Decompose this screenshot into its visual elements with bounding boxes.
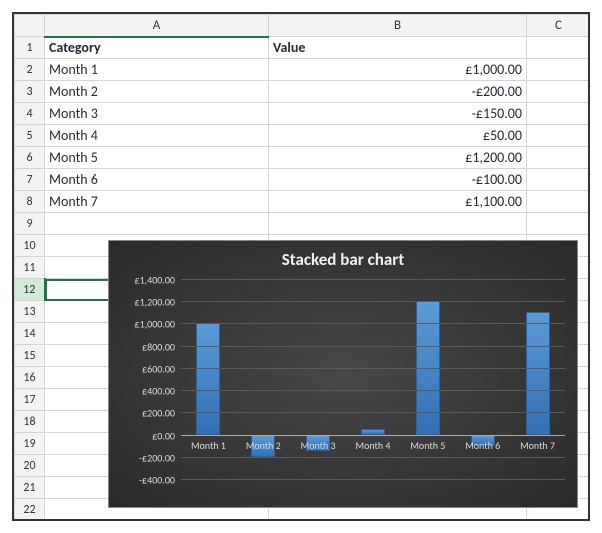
cell-B7[interactable]: -£100.00 <box>269 169 527 191</box>
cell-C6[interactable] <box>527 147 591 169</box>
spreadsheet: A B C 1CategoryValue2Month 1£1,000.003Mo… <box>12 12 590 521</box>
chart-x-tick-label: Month 1 <box>183 439 233 452</box>
row-header[interactable]: 18 <box>15 411 45 433</box>
row-header[interactable]: 4 <box>15 103 45 125</box>
chart-x-tick-label: Month 7 <box>513 439 563 452</box>
cell-C3[interactable] <box>527 81 591 103</box>
cell-C5[interactable] <box>527 125 591 147</box>
select-all-corner[interactable] <box>15 15 45 37</box>
row-header[interactable]: 1 <box>15 37 45 59</box>
cell-C23[interactable] <box>527 521 591 522</box>
row-header[interactable]: 8 <box>15 191 45 213</box>
cell-C9[interactable] <box>527 213 591 235</box>
cell-A23[interactable] <box>45 521 269 522</box>
row-header[interactable]: 16 <box>15 367 45 389</box>
cell-A9[interactable] <box>45 213 269 235</box>
chart-gridline: £0.00 <box>181 435 565 436</box>
chart-gridline: £800.00 <box>181 346 565 347</box>
chart-gridline: £600.00 <box>181 368 565 369</box>
row-header[interactable]: 2 <box>15 59 45 81</box>
cell-A5[interactable]: Month 4 <box>45 125 269 147</box>
chart-y-tick-label: £200.00 <box>117 407 181 420</box>
chart-y-tick-label: £800.00 <box>117 340 181 353</box>
cell-C8[interactable] <box>527 191 591 213</box>
cell-A1[interactable]: Category <box>45 37 269 59</box>
chart-y-tick-label: £1,000.00 <box>117 318 181 331</box>
cell-A7[interactable]: Month 6 <box>45 169 269 191</box>
row-header[interactable]: 14 <box>15 323 45 345</box>
chart-y-tick-label: -£400.00 <box>117 474 181 487</box>
chart-y-tick-label: £600.00 <box>117 362 181 375</box>
row-header[interactable]: 10 <box>15 235 45 257</box>
chart-title: Stacked bar chart <box>109 241 577 274</box>
row-header[interactable]: 21 <box>15 477 45 499</box>
chart-bar[interactable] <box>526 312 550 434</box>
cell-B4[interactable]: -£150.00 <box>269 103 527 125</box>
chart-gridline: £400.00 <box>181 390 565 391</box>
chart-gridline: £1,200.00 <box>181 301 565 302</box>
chart-x-tick-label: Month 2 <box>238 439 288 452</box>
cell-A2[interactable]: Month 1 <box>45 59 269 81</box>
column-header-row: A B C <box>15 15 591 37</box>
cell-C4[interactable] <box>527 103 591 125</box>
row-header[interactable]: 6 <box>15 147 45 169</box>
embedded-chart[interactable]: Stacked bar chart Month 1Month 2Month 3M… <box>108 240 578 508</box>
row-header[interactable]: 22 <box>15 499 45 521</box>
cell-B9[interactable] <box>269 213 527 235</box>
row-header[interactable]: 7 <box>15 169 45 191</box>
cell-A4[interactable]: Month 3 <box>45 103 269 125</box>
row-header[interactable]: 13 <box>15 301 45 323</box>
cell-C1[interactable] <box>527 37 591 59</box>
chart-y-tick-label: £0.00 <box>117 429 181 442</box>
row-header[interactable]: 5 <box>15 125 45 147</box>
chart-y-tick-label: -£200.00 <box>117 451 181 464</box>
cell-B5[interactable]: £50.00 <box>269 125 527 147</box>
chart-y-tick-label: £1,400.00 <box>117 274 181 287</box>
row-header[interactable]: 23 <box>15 521 45 522</box>
cell-B6[interactable]: £1,200.00 <box>269 147 527 169</box>
row-header[interactable]: 19 <box>15 433 45 455</box>
chart-y-tick-label: £1,200.00 <box>117 296 181 309</box>
chart-gridline: -£200.00 <box>181 457 565 458</box>
row-header[interactable]: 12 <box>15 279 45 301</box>
cell-A3[interactable]: Month 2 <box>45 81 269 103</box>
cell-B8[interactable]: £1,100.00 <box>269 191 527 213</box>
row-header[interactable]: 3 <box>15 81 45 103</box>
cell-C7[interactable] <box>527 169 591 191</box>
chart-x-tick-label: Month 6 <box>458 439 508 452</box>
chart-x-tick-label: Month 5 <box>403 439 453 452</box>
row-header[interactable]: 11 <box>15 257 45 279</box>
chart-gridline: -£400.00 <box>181 479 565 480</box>
row-header[interactable]: 17 <box>15 389 45 411</box>
chart-plot-area: Month 1 Month 2 Month 3 Month 4 Month 5 Month… <box>181 279 565 479</box>
cell-C2[interactable] <box>527 59 591 81</box>
cell-A8[interactable]: Month 7 <box>45 191 269 213</box>
chart-x-tick-label: Month 3 <box>293 439 343 452</box>
chart-gridline: £1,000.00 <box>181 323 565 324</box>
cell-B3[interactable]: -£200.00 <box>269 81 527 103</box>
row-header[interactable]: 15 <box>15 345 45 367</box>
chart-gridline: £200.00 <box>181 412 565 413</box>
cell-A6[interactable]: Month 5 <box>45 147 269 169</box>
chart-gridline: £1,400.00 <box>181 279 565 280</box>
column-header-c[interactable]: C <box>527 15 591 37</box>
chart-y-tick-label: £400.00 <box>117 385 181 398</box>
cell-B2[interactable]: £1,000.00 <box>269 59 527 81</box>
cell-B1[interactable]: Value <box>269 37 527 59</box>
cell-B23[interactable] <box>269 521 527 522</box>
chart-x-tick-label: Month 4 <box>348 439 398 452</box>
chart-bar[interactable] <box>196 323 220 434</box>
row-header[interactable]: 9 <box>15 213 45 235</box>
column-header-a[interactable]: A <box>45 15 269 37</box>
row-header[interactable]: 20 <box>15 455 45 477</box>
column-header-b[interactable]: B <box>269 15 527 37</box>
